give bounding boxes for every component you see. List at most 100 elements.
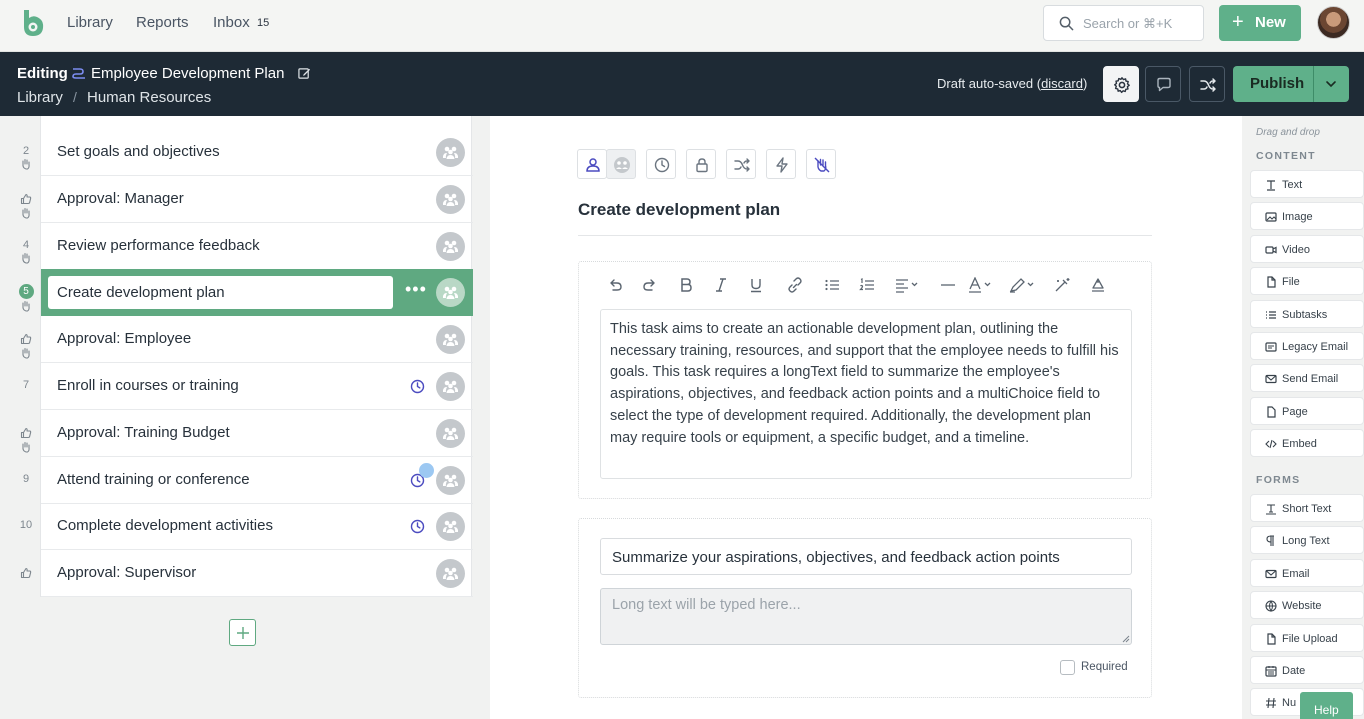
discard-link[interactable]: discard <box>1041 76 1083 91</box>
resize-handle-icon[interactable] <box>1122 635 1130 643</box>
search-input[interactable]: Search or ⌘+K <box>1043 5 1204 41</box>
settings-button[interactable] <box>1103 66 1139 102</box>
assignee-group-icon[interactable] <box>436 278 465 308</box>
palette-item-legacy-email[interactable]: Legacy Email <box>1250 332 1364 360</box>
user-avatar[interactable] <box>1317 6 1350 39</box>
question-label-input[interactable]: Summarize your aspirations, objectives, … <box>600 538 1132 575</box>
automations-button[interactable] <box>766 149 796 179</box>
workflow-title[interactable]: Employee Development Plan <box>91 65 284 82</box>
file-icon <box>1267 276 1276 288</box>
long-text-preview-field[interactable]: Long text will be typed here... <box>600 588 1132 645</box>
task-row-approval-supervisor[interactable]: Approval: Supervisor <box>41 550 473 598</box>
comments-button[interactable] <box>1145 66 1181 102</box>
task-row-set-goals-and-objectives[interactable]: Set goals and objectives <box>41 129 473 176</box>
align-icon[interactable] <box>895 277 919 293</box>
palette-item-embed[interactable]: Embed <box>1250 429 1364 458</box>
assignee-group-icon[interactable] <box>436 465 465 495</box>
chevron-down-icon[interactable] <box>1325 79 1337 89</box>
assignee-group-icon[interactable] <box>436 512 465 542</box>
paint-bucket-icon[interactable] <box>1090 277 1106 293</box>
clear-format-icon[interactable] <box>1054 277 1072 293</box>
palette-item-image[interactable]: Image <box>1250 202 1364 231</box>
widget-palette: Drag and drop CONTENT FORMS Text Image Vid… <box>1242 116 1364 719</box>
assignee-group-icon[interactable] <box>436 559 465 589</box>
palette-item-label: Long Text <box>1282 535 1330 548</box>
conditional-logic-button[interactable] <box>726 149 756 179</box>
undo-icon[interactable] <box>607 277 623 293</box>
more-options-icon[interactable]: ••• <box>405 280 427 298</box>
task-gutter: 5 <box>14 284 38 312</box>
permissions-button[interactable] <box>686 149 716 179</box>
thumbs-up-icon <box>14 427 38 439</box>
palette-item-website[interactable]: Website <box>1250 591 1364 620</box>
palette-item-file[interactable]: File <box>1250 267 1364 296</box>
assignee-group-icon[interactable] <box>436 231 465 261</box>
palette-item-short-text[interactable]: Short Text <box>1250 494 1364 522</box>
forms-heading: FORMS <box>1256 474 1301 486</box>
text-color-icon[interactable] <box>968 277 994 293</box>
nav-library-link[interactable]: Library <box>67 14 113 32</box>
new-button[interactable]: + New <box>1219 5 1301 41</box>
redo-icon[interactable] <box>642 277 658 293</box>
breadcrumb-human-resources[interactable]: Human Resources <box>87 89 211 106</box>
numbered-list-icon[interactable] <box>859 277 875 293</box>
task-row-enroll-in-courses-or-training[interactable]: Enroll in courses or training <box>41 363 473 410</box>
task-row-create-development-plan[interactable]: Create development plan ••• <box>41 269 473 317</box>
edit-title-icon[interactable] <box>298 67 311 80</box>
shuffle-button[interactable] <box>1189 66 1225 102</box>
palette-item-date[interactable]: Date <box>1250 656 1364 684</box>
task-row-attend-training-or-conference[interactable]: Attend training or conference <box>41 457 473 504</box>
editing-header: Editing Employee Development Plan Librar… <box>0 52 1364 116</box>
assignee-group-icon[interactable] <box>436 325 465 355</box>
assignee-group-icon[interactable] <box>436 372 465 401</box>
lightning-icon <box>776 157 788 173</box>
task-title[interactable]: Create development plan <box>578 200 780 220</box>
palette-item-file-upload[interactable]: File Upload <box>1250 623 1364 652</box>
palette-item-label: Date <box>1282 665 1306 677</box>
assignee-group-icon[interactable] <box>436 418 465 448</box>
task-name-input[interactable]: Create development plan <box>48 276 393 310</box>
palette-item-label: Video <box>1282 243 1310 256</box>
add-task-button[interactable] <box>229 619 256 646</box>
task-row-complete-development-activities[interactable]: Complete development activities <box>41 503 473 551</box>
task-row-approval-training-budget[interactable]: Approval: Training Budget <box>41 410 473 457</box>
palette-item-video[interactable]: Video <box>1250 234 1364 263</box>
assignee-group-icon[interactable] <box>436 138 465 167</box>
task-gutter <box>14 191 38 219</box>
stop-task-button[interactable] <box>806 149 836 179</box>
task-row-approval-employee[interactable]: Approval: Employee <box>41 316 473 364</box>
due-date-button[interactable] <box>646 149 676 179</box>
palette-item-text[interactable]: Text <box>1250 170 1364 198</box>
assign-user-button[interactable] <box>577 149 607 179</box>
clock-icon <box>410 379 425 394</box>
task-row-review-performance-feedback[interactable]: Review performance feedback <box>41 223 473 270</box>
palette-item-page[interactable]: Page <box>1250 396 1364 425</box>
nav-inbox-link[interactable]: Inbox <box>213 14 250 32</box>
palette-item-send-email[interactable]: Send Email <box>1250 364 1364 393</box>
publish-button[interactable]: Publish <box>1233 66 1349 102</box>
palette-item-email[interactable]: Email <box>1250 558 1364 587</box>
horizontal-rule-icon[interactable] <box>940 277 956 293</box>
task-row-approval-manager[interactable]: Approval: Manager <box>41 176 473 223</box>
lock-icon <box>696 158 708 173</box>
link-icon[interactable] <box>786 277 804 293</box>
breadcrumb-library[interactable]: Library <box>17 89 63 106</box>
assign-group-button[interactable] <box>606 149 636 179</box>
underline-icon[interactable] <box>749 277 763 293</box>
highlight-icon[interactable] <box>1009 277 1037 293</box>
task-gutter <box>14 425 38 453</box>
task-gutter <box>14 565 38 579</box>
content-heading: CONTENT <box>1256 150 1316 162</box>
nav-reports-link[interactable]: Reports <box>136 14 189 32</box>
help-button[interactable]: Help <box>1300 692 1353 719</box>
bullet-list-icon[interactable] <box>824 277 840 293</box>
required-checkbox[interactable] <box>1060 660 1075 675</box>
palette-item-subtasks[interactable]: Subtasks <box>1250 299 1364 328</box>
brand-logo-icon[interactable] <box>20 8 46 38</box>
palette-item-long-text[interactable]: Long Text <box>1250 526 1364 555</box>
task-editor: Create development plan This task aims t… <box>490 116 1242 719</box>
assignee-group-icon[interactable] <box>436 184 465 214</box>
rich-text-editor[interactable]: This task aims to create an actionable d… <box>600 309 1132 479</box>
bold-icon[interactable] <box>679 277 693 293</box>
italic-icon[interactable] <box>714 277 728 293</box>
